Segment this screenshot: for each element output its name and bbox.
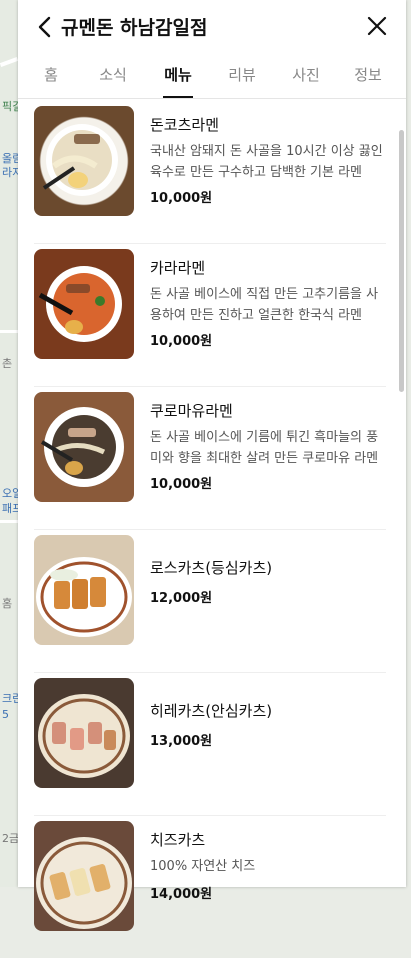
- menu-photo-tenderloin-katsu: [34, 678, 134, 788]
- menu-item-price: 12,000원: [150, 591, 213, 606]
- menu-item[interactable]: 히레카츠(안심카츠) 13,000원: [34, 672, 386, 816]
- map-road: [0, 57, 19, 67]
- tab-info[interactable]: 정보: [338, 64, 398, 85]
- menu-item-price: 14,000원: [150, 887, 213, 902]
- menu-item-price: 10,000원: [150, 334, 213, 349]
- menu-item-name: 치즈카츠: [150, 831, 206, 849]
- tab-home[interactable]: 홈: [21, 64, 81, 85]
- map-road: [0, 330, 18, 333]
- back-arrow-icon[interactable]: [34, 15, 56, 39]
- menu-photo-kara-ramen: [34, 249, 134, 359]
- menu-item-description: 국내산 암돼지 돈 사골을 10시간 이상 끓인 육수로 만든 구수하고 담백한…: [150, 144, 383, 180]
- tab-menu[interactable]: 메뉴: [148, 64, 208, 85]
- place-title: 규멘돈 하남감일점: [61, 17, 208, 39]
- menu-item-description: 돈 사골 베이스에 직접 만든 고추기름을 사용하여 만든 진하고 얼큰한 한국…: [150, 287, 379, 323]
- map-label: 2금: [2, 832, 20, 845]
- menu-item-description: 100% 자연산 치즈: [150, 859, 256, 874]
- panel-header: 규멘돈 하남감일점: [18, 0, 406, 54]
- active-tab-indicator: [163, 96, 193, 98]
- menu-item[interactable]: 카라라멘 돈 사골 베이스에 직접 만든 고추기름을 사용하여 만든 진하고 얼…: [34, 243, 386, 387]
- menu-item-description: 돈 사골 베이스에 기름에 튀긴 흑마늘의 풍미와 향을 최대한 살려 만든 쿠…: [150, 430, 379, 466]
- map-label: 촌: [2, 357, 13, 370]
- menu-item-name: 히레카츠(안심카츠): [150, 702, 273, 720]
- menu-item-name: 쿠로마유라멘: [150, 402, 233, 420]
- map-label: 홈: [2, 597, 13, 610]
- menu-item[interactable]: 돈코츠라멘 국내산 암돼지 돈 사골을 10시간 이상 끓인 육수로 만든 구수…: [34, 100, 386, 244]
- menu-item-name: 카라라멘: [150, 259, 206, 277]
- menu-item-name: 로스카츠(등심카츠): [150, 559, 273, 577]
- menu-item-name: 돈코츠라멘: [150, 116, 220, 134]
- menu-item[interactable]: 쿠로마유라멘 돈 사골 베이스에 기름에 튀긴 흑마늘의 풍미와 향을 최대한 …: [34, 386, 386, 530]
- tab-photos[interactable]: 사진: [276, 64, 336, 85]
- menu-item-price: 10,000원: [150, 477, 213, 492]
- tab-reviews[interactable]: 리뷰: [212, 64, 272, 85]
- tab-bar: 홈 소식 메뉴 리뷰 사진 정보: [18, 54, 406, 99]
- tab-news[interactable]: 소식: [83, 64, 143, 85]
- menu-photo-tonkotsu-ramen: [34, 106, 134, 216]
- menu-item-price: 10,000원: [150, 191, 213, 206]
- map-label: 5: [2, 708, 9, 721]
- menu-item[interactable]: 로스카츠(등심카츠) 12,000원: [34, 529, 386, 673]
- close-icon[interactable]: [366, 15, 388, 37]
- map-road: [0, 520, 18, 523]
- scrollbar[interactable]: [399, 130, 404, 392]
- menu-photo-cheese-katsu: [34, 821, 134, 931]
- menu-photo-loin-katsu: [34, 535, 134, 645]
- menu-photo-kuromayu-ramen: [34, 392, 134, 502]
- menu-item-price: 13,000원: [150, 734, 213, 749]
- place-panel: 규멘돈 하남감일점 홈 소식 메뉴 리뷰 사진 정보 돈코츠라멘 국내산 암돼지…: [18, 0, 406, 931]
